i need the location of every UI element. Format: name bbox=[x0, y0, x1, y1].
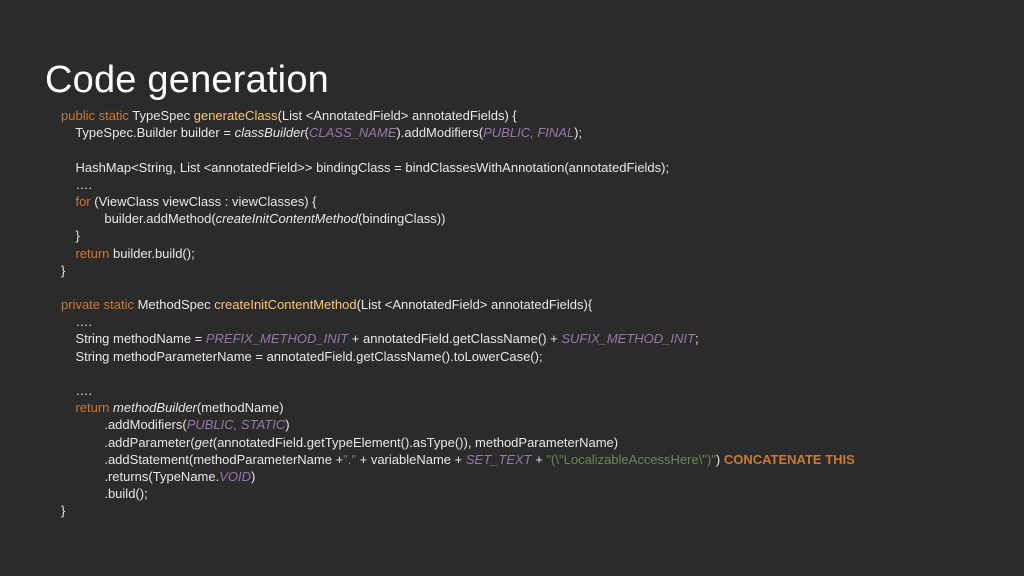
code-token: (annotatedField.getTypeElement().asType(… bbox=[212, 434, 619, 450]
code-token: } bbox=[61, 228, 80, 244]
code-line: .addModifiers(PUBLIC, STATIC) bbox=[61, 416, 855, 433]
code-token: CLASS_NAME bbox=[309, 125, 397, 141]
code-token: classBuilder bbox=[234, 125, 305, 141]
code-token: TypeSpec.Builder builder = bbox=[61, 125, 235, 141]
code-line: …. bbox=[61, 313, 855, 330]
code-token: for bbox=[75, 193, 91, 209]
slide: Code generation public static TypeSpec g… bbox=[0, 0, 1024, 576]
code-line: …. bbox=[61, 382, 855, 399]
code-token: …. bbox=[61, 314, 93, 330]
code-token: ) bbox=[285, 417, 290, 433]
code-token: get bbox=[194, 434, 213, 450]
code-token: SET_TEXT bbox=[465, 451, 532, 467]
code-token: (List <AnnotatedField> annotatedFields) … bbox=[277, 108, 517, 123]
code-line: TypeSpec.Builder builder = classBuilder(… bbox=[61, 124, 855, 141]
code-token: ) bbox=[251, 468, 256, 484]
slide-title: Code generation bbox=[45, 59, 329, 102]
code-token: .returns(TypeName. bbox=[61, 468, 220, 484]
code-line: return methodBuilder(methodName) bbox=[61, 399, 855, 416]
code-token: SUFIX_METHOD_INIT bbox=[561, 331, 695, 347]
code-line: } bbox=[61, 502, 855, 519]
code-line: .build(); bbox=[61, 485, 855, 502]
code-block: public static TypeSpec generateClass(Lis… bbox=[61, 107, 855, 520]
code-token: FINAL bbox=[537, 125, 575, 141]
code-token: PUBLIC bbox=[186, 417, 234, 433]
code-line: String methodParameterName = annotatedFi… bbox=[61, 348, 855, 365]
code-line: .addParameter(get(annotatedField.getType… bbox=[61, 434, 855, 451]
code-token: .addModifiers( bbox=[61, 417, 187, 433]
code-token: MethodSpec bbox=[133, 297, 215, 313]
code-token: (ViewClass viewClass : viewClasses) { bbox=[90, 193, 317, 209]
code-token: (bindingClass)) bbox=[358, 211, 446, 227]
code-line: String methodName = PREFIX_METHOD_INIT +… bbox=[61, 330, 855, 347]
code-token: return bbox=[75, 400, 110, 416]
code-line: private static MethodSpec createInitCont… bbox=[61, 296, 855, 313]
code-token: builder.addMethod( bbox=[61, 211, 216, 227]
code-token: TypeSpec bbox=[128, 108, 194, 123]
code-token: + annotatedField.getClassName() + bbox=[348, 331, 562, 347]
code-token: + bbox=[531, 451, 547, 467]
code-token: "(\"LocalizableAccessHere\")" bbox=[546, 451, 716, 467]
code-token: ).addModifiers( bbox=[396, 125, 484, 141]
code-line: .returns(TypeName.VOID) bbox=[61, 468, 855, 485]
code-token: .build(); bbox=[61, 486, 148, 502]
code-token: } bbox=[61, 262, 66, 278]
code-token: …. bbox=[61, 383, 93, 398]
code-token: String methodParameterName = annotatedFi… bbox=[61, 348, 543, 364]
code-token: HashMap<String, List <annotatedField>> b… bbox=[61, 159, 670, 175]
code-token: .addStatement(methodParameterName + bbox=[61, 451, 344, 467]
code-token: builder.build(); bbox=[109, 245, 195, 261]
code-token: public static bbox=[61, 108, 129, 123]
code-line: } bbox=[61, 227, 855, 244]
code-token: "." bbox=[343, 451, 357, 467]
code-token: PUBLIC bbox=[483, 125, 531, 141]
code-line: .addStatement(methodParameterName +"." +… bbox=[61, 451, 855, 468]
code-token: ; bbox=[694, 331, 699, 347]
code-line: …. bbox=[61, 176, 855, 193]
code-line: public static TypeSpec generateClass(Lis… bbox=[61, 107, 855, 124]
code-token: ) bbox=[715, 451, 724, 467]
code-line: return builder.build(); bbox=[61, 245, 855, 262]
code-token: String methodName = bbox=[61, 331, 206, 347]
concatenate-note: CONCATENATE THIS bbox=[723, 451, 855, 467]
code-line: for (ViewClass viewClass : viewClasses) … bbox=[61, 193, 855, 210]
code-token: return bbox=[75, 245, 110, 261]
code-token: generateClass bbox=[193, 108, 278, 123]
code-token: } bbox=[61, 503, 66, 519]
code-token: private static bbox=[61, 297, 134, 313]
code-token: …. bbox=[61, 176, 93, 192]
code-token: VOID bbox=[219, 468, 252, 484]
code-token: .addParameter( bbox=[61, 434, 195, 450]
code-token: createInitContentMethod bbox=[215, 211, 359, 227]
code-token: ); bbox=[574, 125, 583, 141]
code-line: HashMap<String, List <annotatedField>> b… bbox=[61, 159, 855, 176]
code-token: (List <AnnotatedField> annotatedFields){ bbox=[356, 297, 593, 313]
code-token: STATIC bbox=[240, 417, 286, 433]
code-line: } bbox=[61, 262, 855, 279]
code-token: createInitContentMethod bbox=[214, 297, 357, 313]
code-token: PREFIX_METHOD_INIT bbox=[205, 331, 349, 347]
code-token: methodBuilder bbox=[113, 400, 197, 416]
code-token: , bbox=[233, 417, 241, 433]
code-token: + variableName + bbox=[356, 451, 466, 467]
code-line: builder.addMethod(createInitContentMetho… bbox=[61, 210, 855, 227]
code-token: (methodName) bbox=[196, 400, 284, 416]
